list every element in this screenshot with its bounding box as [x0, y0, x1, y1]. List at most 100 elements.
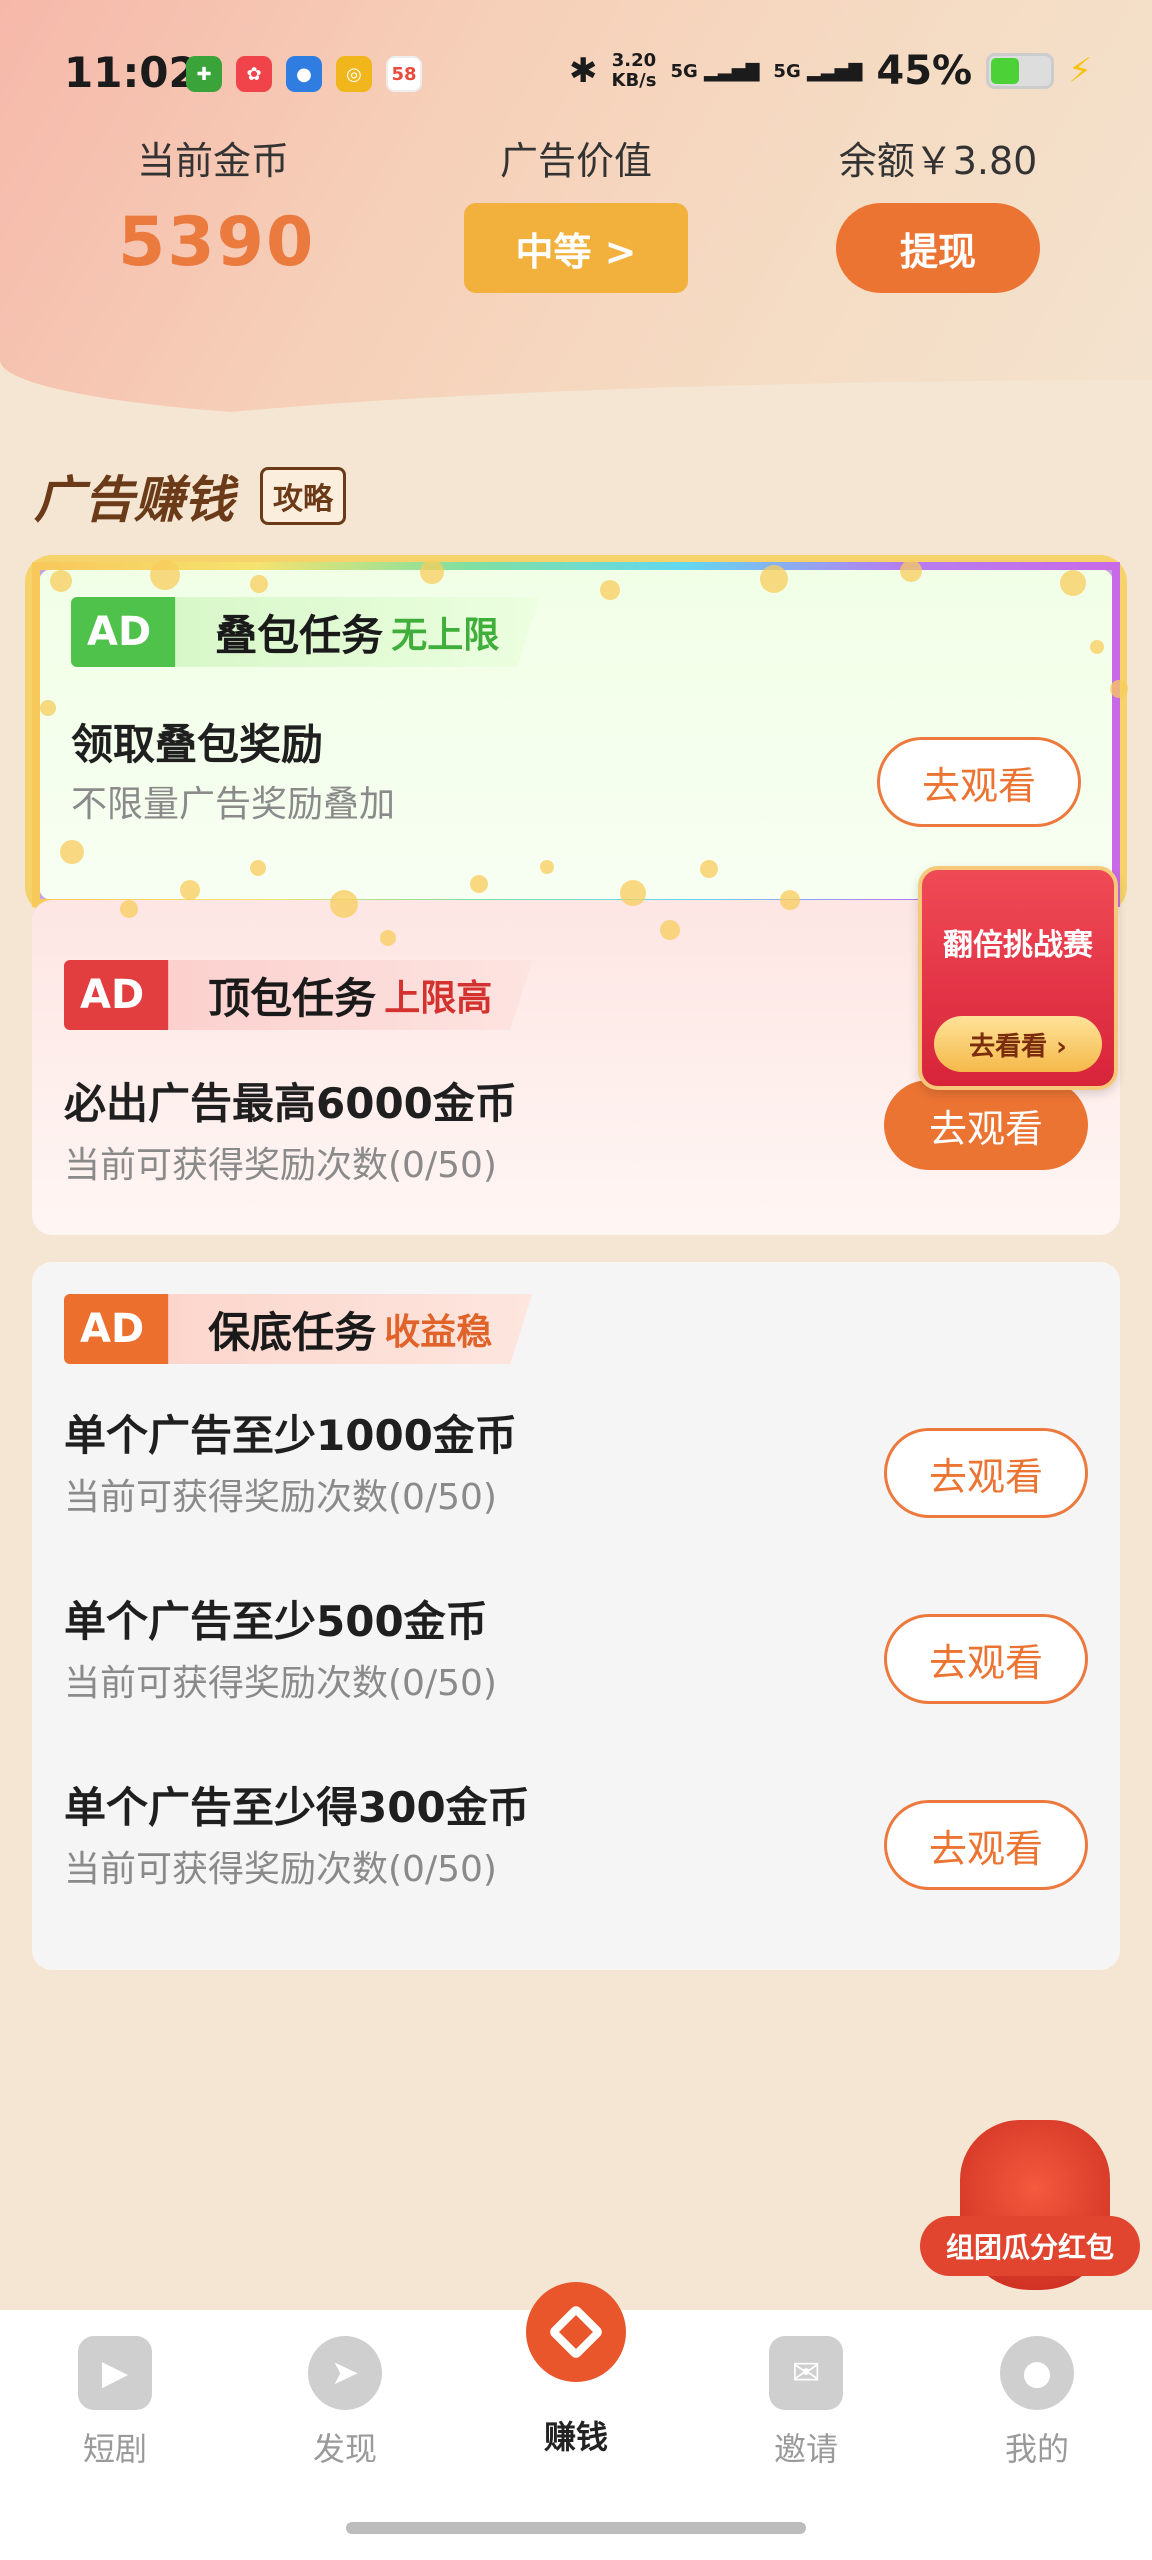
sparkle-dot	[380, 930, 396, 946]
profile-icon: ●	[1000, 2336, 1074, 2410]
earnings-summary: 当前金币 5390 广告价值 中等 > 余额￥3.80 提现	[0, 130, 1152, 310]
sparkle-dot	[50, 570, 72, 592]
task-name: 叠包任务	[215, 610, 384, 660]
task-row-title: 单个广告至少得300金币	[64, 1783, 530, 1832]
task-tag: 上限高	[384, 978, 493, 1019]
ad-badge: AD	[64, 1294, 189, 1364]
tab-label: 邀请	[773, 2430, 838, 2468]
task-card-stack: AD 叠包任务 无上限 领取叠包奖励 不限量广告奖励叠加 去观看	[32, 562, 1120, 907]
guide-button[interactable]: 攻略	[260, 467, 346, 525]
net-speed-unit: KB/s	[611, 70, 657, 91]
watch-button[interactable]: 去观看	[877, 737, 1081, 827]
sparkle-dot	[660, 920, 680, 940]
task-row-title: 单个广告至少500金币	[64, 1597, 488, 1646]
battery-level	[991, 58, 1020, 84]
tab-label: 赚钱	[543, 2418, 608, 2456]
sparkle-dot	[1090, 640, 1104, 654]
sparkle-dot	[900, 560, 922, 582]
ad-badge: AD	[64, 960, 189, 1030]
battery-icon	[986, 53, 1055, 89]
sparkle-dot	[250, 860, 266, 876]
task-label: 叠包任务 无上限	[175, 597, 540, 667]
signal-1-label: 5G	[670, 60, 698, 82]
task-row-title: 单个广告至少1000金币	[64, 1411, 517, 1460]
double-challenge-float[interactable]: 翻倍挑战赛 去看看 ›	[918, 866, 1118, 1090]
ad-value-button[interactable]: 中等 >	[464, 203, 688, 293]
sparkle-dot	[700, 860, 718, 878]
notification-icons: ✚ ✿ ● ◎ 58	[186, 56, 422, 92]
sparkle-dot	[250, 575, 268, 593]
app-notification-icon: ✿	[236, 56, 272, 92]
task-header: AD 保底任务 收益稳	[64, 1294, 533, 1364]
task-row-subtitle: 当前可获得奖励次数(0/50)	[64, 1477, 497, 1518]
coins-column: 当前金币 5390	[118, 130, 316, 282]
ad-badge: AD	[71, 597, 196, 667]
balance-column: 余额￥3.80 提现	[832, 130, 1044, 293]
mail-icon: ✉	[769, 2336, 843, 2410]
task-header: AD 顶包任务 上限高	[64, 960, 533, 1030]
watch-button[interactable]: 去观看	[884, 1614, 1088, 1704]
task-row-subtitle: 当前可获得奖励次数(0/50)	[64, 1145, 497, 1186]
sparkle-dot	[780, 890, 800, 910]
tab-discover[interactable]: ➤ 发现	[270, 2310, 420, 2470]
challenge-title: 翻倍挑战赛	[943, 928, 1093, 963]
watch-button[interactable]: 去观看	[884, 1800, 1088, 1890]
tab-label: 短剧	[82, 2430, 147, 2468]
status-right: ✱ 3.20 KB/s 5G ▂▃▅▇ 5G ▂▃▅▇ 45% ⚡	[569, 48, 1092, 94]
coins-value: 5390	[118, 203, 316, 282]
signal-2-label: 5G	[773, 60, 801, 82]
diamond-icon	[526, 2282, 626, 2382]
compass-icon: ➤	[308, 2336, 382, 2410]
status-bar: 11:02 ✚ ✿ ● ◎ 58 ✱ 3.20 KB/s 5G ▂▃▅▇ 5G …	[0, 0, 1152, 150]
task-name: 保底任务	[208, 1307, 377, 1357]
app-notification-icon: ●	[286, 56, 322, 92]
challenge-go-button[interactable]: 去看看 ›	[934, 1016, 1102, 1072]
sparkle-dot	[470, 875, 488, 893]
tab-short-drama[interactable]: ▶ 短剧	[40, 2310, 190, 2470]
withdraw-button[interactable]: 提现	[836, 203, 1040, 293]
task-tag: 收益稳	[384, 1312, 493, 1353]
sparkle-dot	[40, 700, 56, 716]
home-indicator[interactable]	[346, 2522, 806, 2534]
net-speed: 3.20 KB/s	[612, 51, 657, 91]
group-red-packet-float[interactable]: 组团瓜分红包	[920, 2120, 1140, 2310]
sparkle-dot	[150, 560, 180, 590]
task-name: 顶包任务	[208, 973, 377, 1023]
task-row-title: 必出广告最高6000金币	[64, 1079, 517, 1128]
battery-percent: 45%	[876, 48, 973, 94]
sparkle-dot	[60, 840, 84, 864]
task-label: 保底任务 收益稳	[168, 1294, 533, 1364]
ad-value-label: 广告价值	[499, 139, 652, 183]
charging-icon: ⚡	[1068, 51, 1092, 91]
balance-label: 余额￥3.80	[838, 139, 1038, 183]
app-notification-icon: ◎	[336, 56, 372, 92]
sparkle-dot	[600, 580, 620, 600]
sparkle-dot	[1110, 680, 1128, 698]
sparkle-dot	[1060, 570, 1086, 596]
task-label: 顶包任务 上限高	[168, 960, 533, 1030]
coins-label: 当前金币	[136, 139, 289, 183]
status-time: 11:02	[64, 48, 198, 97]
task-row-title: 领取叠包奖励	[71, 720, 324, 769]
tab-invite[interactable]: ✉ 邀请	[731, 2310, 881, 2470]
watch-button[interactable]: 去观看	[884, 1080, 1088, 1170]
tab-earn[interactable]: 赚钱	[501, 2282, 651, 2458]
app-notification-icon: ✚	[186, 56, 222, 92]
sparkle-dot	[180, 880, 200, 900]
tab-label: 发现	[312, 2430, 377, 2468]
play-icon: ▶	[78, 2336, 152, 2410]
sparkle-dot	[620, 880, 646, 906]
sparkle-dot	[330, 890, 358, 918]
sparkle-dot	[420, 560, 444, 584]
sparkle-dot	[540, 860, 554, 874]
task-header: AD 叠包任务 无上限	[71, 597, 540, 667]
diamond-shape	[547, 2303, 605, 2361]
task-row-subtitle: 不限量广告奖励叠加	[71, 784, 396, 825]
tab-label: 我的	[1004, 2430, 1069, 2468]
task-row-subtitle: 当前可获得奖励次数(0/50)	[64, 1849, 497, 1890]
watch-button[interactable]: 去观看	[884, 1428, 1088, 1518]
tab-mine[interactable]: ● 我的	[962, 2310, 1112, 2470]
sparkle-dot	[120, 900, 138, 918]
task-tag: 无上限	[391, 615, 500, 656]
signal-icon: 5G ▂▃▅▇	[773, 60, 863, 82]
